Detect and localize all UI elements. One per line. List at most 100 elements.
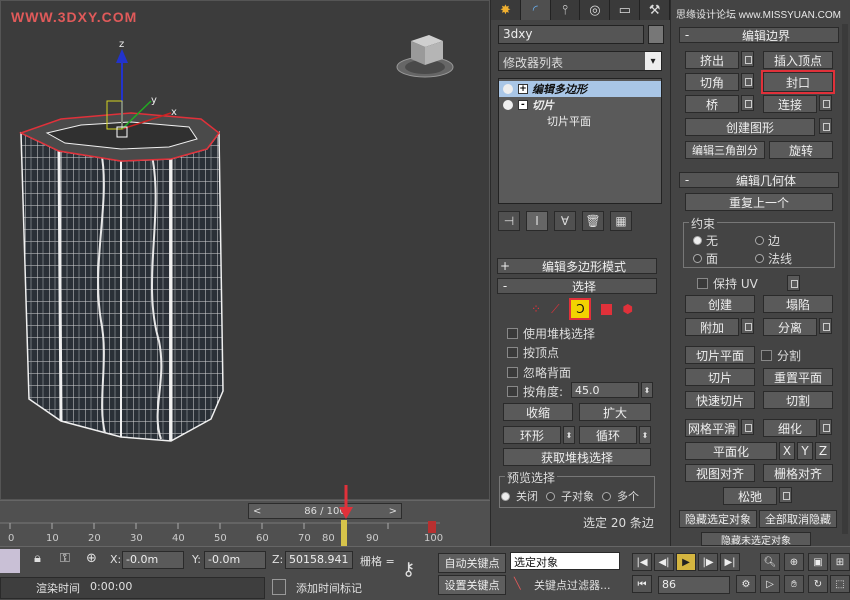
- hierarchy-tab-icon[interactable]: ⫯: [551, 0, 581, 20]
- next-frame-icon[interactable]: |▶: [698, 553, 718, 571]
- edit-triangulation-button[interactable]: 编辑三角剖分: [685, 141, 765, 159]
- relax-button[interactable]: 松弛: [723, 487, 777, 505]
- connect-settings-icon[interactable]: [819, 95, 832, 111]
- radio-preview-off[interactable]: [501, 491, 510, 501]
- quickslice-button[interactable]: 快速切片: [685, 391, 755, 409]
- maximize-viewport-icon[interactable]: ⬚: [830, 575, 850, 593]
- view-align-button[interactable]: 视图对齐: [685, 464, 755, 482]
- create-tab-icon[interactable]: ✸: [491, 0, 521, 20]
- radio-none[interactable]: [693, 236, 702, 245]
- expand-icon[interactable]: +: [518, 84, 528, 94]
- unhide-all-button[interactable]: 全部取消隐藏: [759, 510, 837, 528]
- checkbox[interactable]: [507, 328, 518, 339]
- z-coord-field[interactable]: 50158.941: [285, 551, 353, 569]
- set-key-button[interactable]: 设置关键点: [438, 575, 506, 595]
- make-planar-button[interactable]: 平面化: [685, 442, 777, 460]
- perspective-viewport[interactable]: WWW.3DXY.COM z x y: [0, 0, 490, 500]
- insert-vertex-button[interactable]: 插入顶点: [763, 51, 833, 69]
- zoom-extents-icon[interactable]: ▣: [808, 553, 828, 571]
- utilities-tab-icon[interactable]: ⚒: [640, 0, 670, 20]
- show-end-result-icon[interactable]: I: [526, 211, 548, 231]
- ring-spinner[interactable]: ⬍: [563, 426, 575, 444]
- collapse-icon[interactable]: -: [518, 100, 528, 110]
- key-selection-dropdown[interactable]: 选定对象: [510, 552, 620, 570]
- planar-z-button[interactable]: Z: [815, 442, 831, 460]
- modify-tab-icon[interactable]: ◜: [520, 0, 551, 20]
- key-filters-button[interactable]: 关键点过滤器...: [534, 577, 611, 593]
- selection-rollout[interactable]: - 选择: [497, 278, 657, 294]
- pan-icon[interactable]: ✋︎: [784, 575, 804, 593]
- planar-x-button[interactable]: X: [779, 442, 795, 460]
- go-to-start-icon[interactable]: |◀: [632, 553, 652, 571]
- detach-settings-icon[interactable]: [819, 318, 832, 334]
- polygon-mode-icon[interactable]: [601, 303, 613, 315]
- constraint-face[interactable]: 面: [693, 250, 718, 267]
- radio-preview-subobject[interactable]: [546, 491, 555, 501]
- building-model[interactable]: [1, 1, 490, 500]
- repeat-last-button[interactable]: 重复上一个: [685, 193, 833, 211]
- preserve-uv-row[interactable]: 保持 UV: [697, 275, 758, 292]
- bridge-settings-icon[interactable]: [741, 95, 754, 111]
- slice-plane-button[interactable]: 切片平面: [685, 346, 755, 364]
- time-slider-prev[interactable]: <: [249, 506, 265, 517]
- extrude-settings-icon[interactable]: [741, 51, 754, 67]
- ring-button[interactable]: 环形: [503, 426, 561, 444]
- vertex-mode-icon[interactable]: ⁘: [531, 302, 541, 316]
- key-mode-icon[interactable]: ⏮: [632, 575, 652, 593]
- make-unique-icon[interactable]: ∀: [554, 211, 576, 231]
- checkbox[interactable]: [697, 278, 708, 289]
- grow-button[interactable]: 扩大: [579, 403, 651, 421]
- checkbox[interactable]: [507, 347, 518, 358]
- reset-plane-button[interactable]: 重置平面: [763, 368, 833, 386]
- chamfer-settings-icon[interactable]: [741, 73, 754, 89]
- attach-button[interactable]: 附加: [685, 318, 739, 336]
- timeline[interactable]: < 86 / 100 > 0 10 20 30 40 50 60 70 80 9…: [0, 485, 490, 546]
- ignore-backfacing-row[interactable]: 忽略背面: [507, 364, 571, 381]
- zoom-all-icon[interactable]: ⊕: [784, 553, 804, 571]
- detach-button[interactable]: 分离: [763, 318, 817, 336]
- edit-geometry-rollout[interactable]: - 编辑几何体: [679, 172, 839, 188]
- constraint-normal[interactable]: 法线: [755, 250, 792, 267]
- x-coord-field[interactable]: -0.0m: [122, 551, 184, 569]
- stack-item-edit-poly[interactable]: + 编辑多边形: [499, 81, 661, 97]
- current-frame-marker[interactable]: [341, 520, 347, 546]
- slice-button[interactable]: 切片: [685, 368, 755, 386]
- go-to-end-icon[interactable]: ▶|: [720, 553, 740, 571]
- radio-preview-multi[interactable]: [602, 491, 611, 501]
- zoom-icon[interactable]: 🔍︎: [760, 553, 780, 571]
- turn-button[interactable]: 旋转: [769, 141, 833, 159]
- create-button[interactable]: 创建: [685, 295, 755, 313]
- border-mode-icon[interactable]: Ↄ: [569, 298, 592, 320]
- by-angle-row[interactable]: 按角度:: [507, 383, 563, 400]
- grid-align-button[interactable]: 栅格对齐: [763, 464, 833, 482]
- constraint-edge[interactable]: 边: [755, 232, 780, 249]
- stack-item-slice[interactable]: - 切片: [499, 97, 661, 113]
- by-vertex-row[interactable]: 按顶点: [507, 344, 559, 361]
- collapse-button[interactable]: 塌陷: [763, 295, 833, 313]
- cut-button[interactable]: 切割: [763, 391, 833, 409]
- hide-selected-button[interactable]: 隐藏选定对象: [679, 510, 757, 528]
- planar-y-button[interactable]: Y: [797, 442, 813, 460]
- connect-button[interactable]: 连接: [763, 95, 817, 113]
- modifier-stack[interactable]: + 编辑多边形 - 切片 切片平面: [498, 78, 662, 204]
- edge-mode-icon[interactable]: ⟋: [551, 302, 559, 317]
- time-slider[interactable]: < 86 / 100 >: [248, 503, 402, 519]
- configure-modifier-sets-icon[interactable]: ▦: [610, 211, 632, 231]
- tessellate-settings-icon[interactable]: [819, 419, 832, 435]
- chevron-down-icon[interactable]: ▾: [645, 52, 661, 70]
- y-coord-field[interactable]: -0.0m: [204, 551, 266, 569]
- time-config-icon[interactable]: ⚙: [736, 575, 756, 593]
- lock-icon[interactable]: ⚿: [60, 551, 70, 566]
- cap-button[interactable]: 封口: [761, 70, 835, 94]
- loop-button[interactable]: 循环: [579, 426, 637, 444]
- angle-field[interactable]: 45.0: [571, 382, 639, 398]
- hide-unselected-button[interactable]: 隐藏未选定对象: [701, 532, 811, 546]
- split-row[interactable]: 分割: [761, 347, 801, 364]
- lightbulb-icon[interactable]: [503, 84, 513, 94]
- create-shape-settings-icon[interactable]: [819, 118, 832, 134]
- get-stack-selection-button[interactable]: 获取堆栈选择: [503, 448, 651, 466]
- chamfer-button[interactable]: 切角: [685, 73, 739, 91]
- radio-face[interactable]: [693, 254, 702, 263]
- checkbox[interactable]: [507, 367, 518, 378]
- remove-modifier-icon[interactable]: 🗑︎: [582, 211, 604, 231]
